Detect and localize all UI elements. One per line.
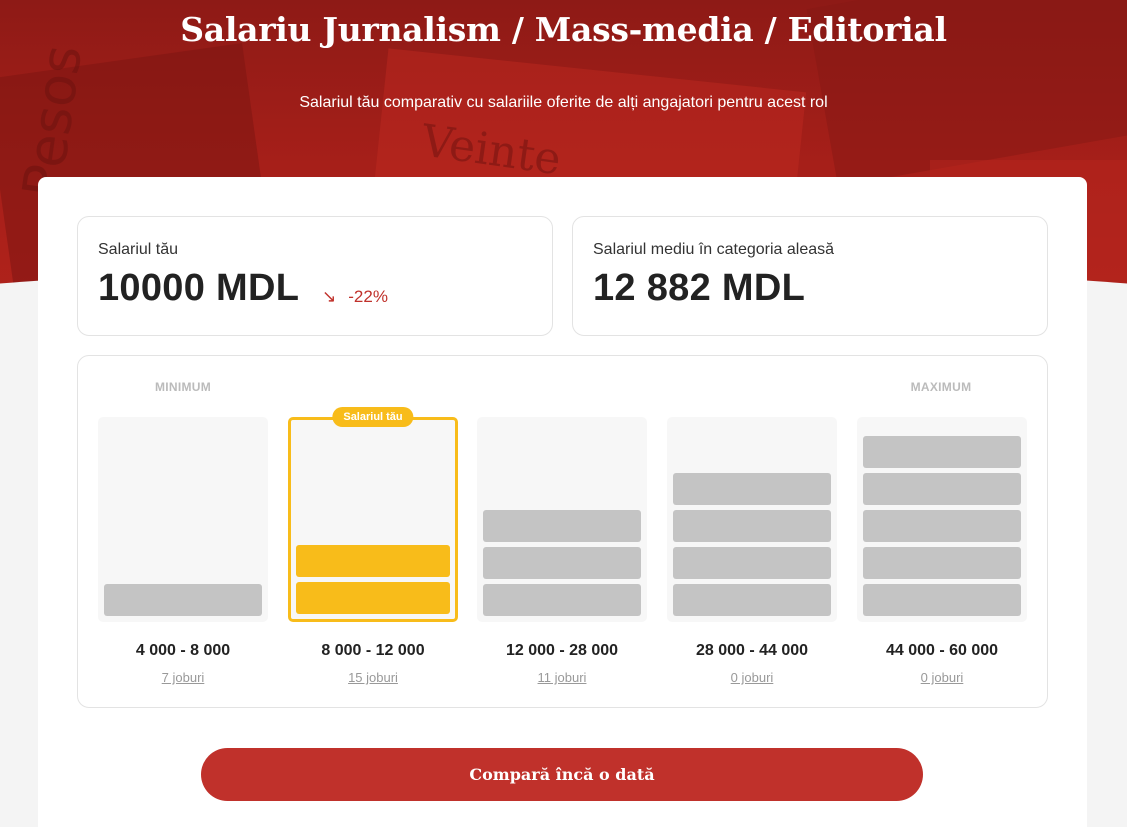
bracket-column: 44 000 - 60 000 0 joburi	[857, 417, 1027, 685]
bracket-bar	[857, 417, 1027, 622]
salary-difference: ↘ -22%	[322, 287, 388, 307]
bar-segment	[104, 584, 262, 616]
bar-segment	[673, 547, 831, 579]
bracket-jobs-link[interactable]: 11 joburi	[477, 670, 647, 685]
trend-down-arrow-icon: ↘	[322, 287, 337, 306]
bracket-range: 8 000 - 12 000	[321, 642, 425, 659]
bar-segment	[296, 582, 450, 614]
bracket-jobs-link[interactable]: 0 joburi	[667, 670, 837, 685]
comparison-card: Salariul tău 10000 MDL ↘ -22% Salariul me…	[38, 177, 1087, 827]
bar-segment	[863, 547, 1021, 579]
salary-distribution: MINIMUM MAXIMUM 4 000 - 8 000 7 joburi S…	[77, 355, 1048, 708]
bracket-bar	[667, 417, 837, 622]
average-salary-value: 12 882 MDL	[593, 267, 806, 309]
bracket-range: 4 000 - 8 000	[135, 642, 231, 659]
bar-segment	[863, 473, 1021, 505]
bracket-column-your-salary: Salariul tău 8 000 - 12 000 15 joburi	[288, 407, 458, 685]
your-salary-value: 10000 MDL	[98, 267, 300, 309]
bar-segment	[863, 510, 1021, 542]
bracket-column: 12 000 - 28 000 11 joburi	[477, 417, 647, 685]
bracket-jobs-link[interactable]: 0 joburi	[857, 670, 1027, 685]
bracket-column: 4 000 - 8 000 7 joburi	[98, 417, 268, 685]
bar-segment	[483, 547, 641, 579]
minimum-label: MINIMUM	[154, 380, 212, 394]
bar-segment	[296, 545, 450, 577]
bracket-range: 44 000 - 60 000	[885, 642, 999, 659]
your-salary-label: Salariul tău	[98, 241, 179, 258]
bracket-range: 28 000 - 44 000	[695, 642, 809, 659]
average-salary-label: Salariul mediu în categoria aleasă	[593, 241, 835, 258]
your-salary-badge: Salariul tău	[332, 407, 414, 427]
compare-again-button[interactable]: Compară încă o dată	[201, 748, 923, 801]
bracket-bar	[477, 417, 647, 622]
bracket-bar	[98, 417, 268, 622]
bar-segment	[673, 473, 831, 505]
maximum-label: MAXIMUM	[910, 380, 972, 394]
bar-segment	[483, 584, 641, 616]
bar-segment	[673, 510, 831, 542]
bar-segment	[863, 584, 1021, 616]
salary-difference-value: -22%	[348, 287, 388, 306]
bracket-jobs-link[interactable]: 15 joburi	[288, 670, 458, 685]
bar-segment	[673, 584, 831, 616]
bracket-range: 12 000 - 28 000	[505, 642, 619, 659]
bracket-jobs-link[interactable]: 7 joburi	[98, 670, 268, 685]
page-title: Salariu Jurnalism / Mass-media / Editori…	[180, 10, 947, 49]
bar-segment	[483, 510, 641, 542]
bar-segment	[863, 436, 1021, 468]
average-salary-box: Salariul mediu în categoria aleasă 12 88…	[572, 216, 1048, 336]
page-subtitle: Salariul tău comparativ cu salariile ofe…	[299, 94, 828, 111]
bracket-bar: Salariul tău	[288, 407, 458, 622]
bracket-column: 28 000 - 44 000 0 joburi	[667, 417, 837, 685]
your-salary-box: Salariul tău 10000 MDL ↘ -22%	[77, 216, 553, 336]
